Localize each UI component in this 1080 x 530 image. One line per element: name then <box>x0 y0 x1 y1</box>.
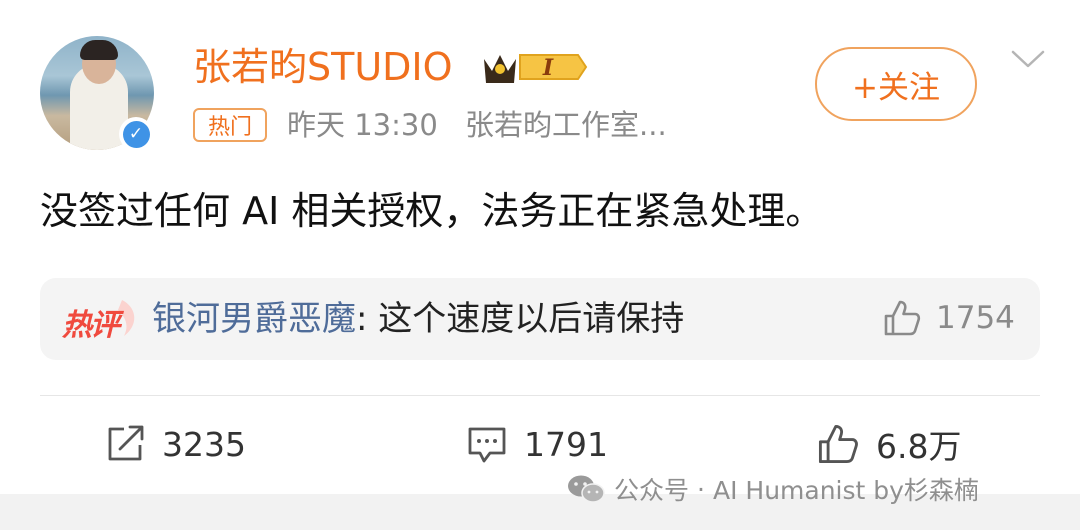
divider <box>40 395 1040 396</box>
hot-tag: 热门 <box>193 108 267 142</box>
post-source[interactable]: 张若昀工作室... <box>465 108 667 142</box>
repost-button[interactable]: 3235 <box>104 420 246 468</box>
follow-button[interactable]: +关注 <box>815 47 977 121</box>
comment-count: 1791 <box>524 424 608 464</box>
comment-icon <box>468 427 506 463</box>
badge-level: I <box>542 55 554 81</box>
hot-comment[interactable]: 热评 银河男爵恶魔: 这个速度以后请保持 1754 <box>40 278 1040 360</box>
watermark: 公众号 · AI Humanist by杉森楠 <box>566 471 979 507</box>
watermark-label: 公众号 <box>614 476 690 505</box>
comment-button[interactable]: 1791 <box>466 420 608 468</box>
post-time: 昨天 13:30 <box>287 108 438 142</box>
wechat-icon <box>568 475 605 503</box>
comment-like-button[interactable]: 1754 <box>882 298 1015 338</box>
like-button[interactable]: 6.8万 <box>816 420 961 468</box>
watermark-author: AI Humanist by杉森楠 <box>712 476 979 505</box>
repost-icon <box>108 425 144 461</box>
watermark-separator: · <box>697 474 705 504</box>
hot-comment-body: 银河男爵恶魔: 这个速度以后请保持 <box>152 291 684 347</box>
verified-badge-icon: ✓ <box>119 117 153 151</box>
vip-crown-badge-icon: I <box>484 54 588 83</box>
avatar-hair <box>80 40 118 60</box>
thumbs-up-icon <box>818 424 858 464</box>
account-name[interactable]: 张若昀STUDIO <box>193 42 453 92</box>
thumbs-up-icon <box>884 300 921 336</box>
post-content: 没签过任何 AI 相关授权，法务正在紧急处理。 <box>40 189 824 233</box>
hot-comment-tag-text: 热评 <box>62 308 120 343</box>
comment-text: 这个速度以后请保持 <box>378 299 685 339</box>
like-count: 6.8万 <box>876 427 962 466</box>
post-meta: 昨天 13:30 张若昀工作室... <box>287 104 667 146</box>
follow-label: +关注 <box>852 69 940 106</box>
hot-comment-tag: 热评 <box>58 296 144 343</box>
chevron-down-icon[interactable] <box>1010 46 1046 72</box>
repost-count: 3235 <box>162 424 246 464</box>
comment-user[interactable]: 银河男爵恶魔 <box>152 299 356 339</box>
comment-separator: : <box>356 299 379 339</box>
comment-like-count: 1754 <box>936 300 1015 336</box>
